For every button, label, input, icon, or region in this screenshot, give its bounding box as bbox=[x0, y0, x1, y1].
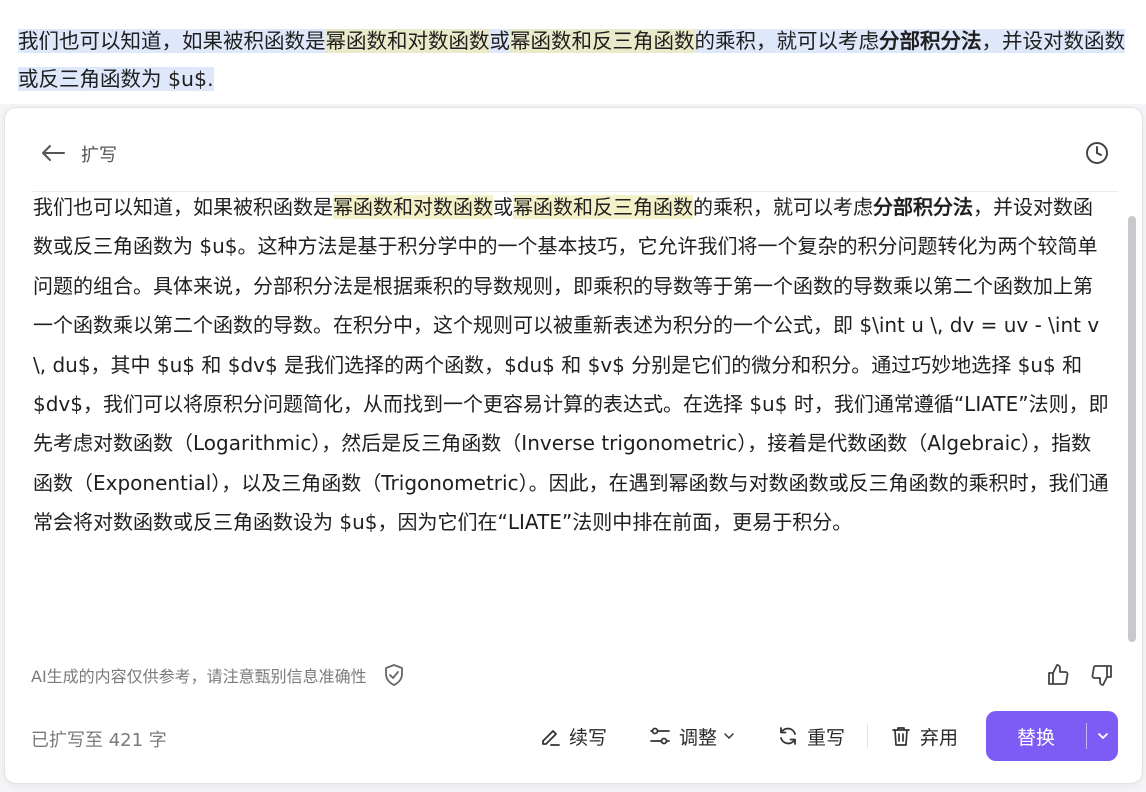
disclaimer-text: AI生成的内容仅供参考，请注意甄别信息准确性 bbox=[31, 667, 367, 686]
history-button[interactable] bbox=[1082, 138, 1112, 168]
selection: 我们也可以知道，如果被积函数是幂函数和对数函数或幂函数和反三角函数的乘积，就可以… bbox=[18, 29, 1125, 91]
feedback-buttons bbox=[1044, 661, 1116, 689]
highlight-power-log: 幂函数和对数函数 bbox=[333, 195, 493, 219]
selected-paragraph[interactable]: 我们也可以知道，如果被积函数是幂函数和对数函数或幂函数和反三角函数的乘积，就可以… bbox=[18, 22, 1126, 98]
pen-icon bbox=[542, 730, 560, 746]
action-bar: 续写 调整 重写 弃用 替换 bbox=[537, 711, 1118, 761]
thumbs-up-button[interactable] bbox=[1044, 661, 1072, 689]
chevron-down-icon bbox=[1097, 733, 1108, 740]
panel-footer: 已扩写至 421 字 续写 调整 重写 弃用 替换 bbox=[5, 708, 1142, 768]
rewrite-button[interactable]: 重写 bbox=[775, 723, 847, 750]
back-button[interactable] bbox=[35, 138, 71, 168]
discard-button[interactable]: 弃用 bbox=[888, 723, 960, 750]
disclaimer-row: AI生成的内容仅供参考，请注意甄别信息准确性 bbox=[31, 660, 405, 690]
bold-term: 分部积分法 bbox=[873, 195, 973, 219]
highlight-power-arctrig: 幂函数和反三角函数 bbox=[513, 195, 693, 219]
replace-dropdown-button[interactable] bbox=[1087, 711, 1118, 761]
word-count: 已扩写至 421 字 bbox=[31, 730, 167, 751]
replace-label[interactable]: 替换 bbox=[986, 723, 1086, 750]
shield-check-icon[interactable] bbox=[383, 663, 405, 687]
replace-button[interactable]: 替换 bbox=[986, 711, 1118, 761]
highlight-power-arctrig: 幂函数和反三角函数 bbox=[510, 29, 695, 53]
sliders-icon bbox=[650, 727, 670, 745]
chevron-down-icon bbox=[724, 733, 734, 740]
scrollbar[interactable] bbox=[1128, 216, 1136, 642]
continue-button[interactable]: 续写 bbox=[537, 723, 609, 750]
scrollbar-thumb[interactable] bbox=[1128, 216, 1136, 642]
arrow-left-icon bbox=[42, 145, 65, 161]
thumbs-up-icon bbox=[1048, 664, 1069, 685]
bold-term: 分部积分法 bbox=[879, 29, 982, 53]
thumbs-down-icon bbox=[1091, 665, 1112, 686]
adjust-button[interactable]: 调整 bbox=[647, 723, 737, 750]
thumbs-down-button[interactable] bbox=[1088, 661, 1116, 689]
highlight-power-log: 幂函数和对数函数 bbox=[325, 29, 490, 53]
expand-panel: 扩写 我们也可以知道，如果被积函数是幂函数和对数函数或幂函数和反三角函数的乘积，… bbox=[4, 107, 1143, 784]
clock-icon bbox=[1086, 142, 1108, 164]
action-separator bbox=[866, 724, 868, 748]
expanded-content[interactable]: 我们也可以知道，如果被积函数是幂函数和对数函数或幂函数和反三角函数的乘积，就可以… bbox=[33, 188, 1111, 618]
trash-icon bbox=[892, 727, 910, 746]
document-area: 我们也可以知道，如果被积函数是幂函数和对数函数或幂函数和反三角函数的乘积，就可以… bbox=[0, 0, 1146, 104]
panel-title: 扩写 bbox=[81, 145, 117, 166]
panel-header: 扩写 bbox=[5, 108, 1142, 192]
refresh-icon bbox=[780, 727, 796, 745]
